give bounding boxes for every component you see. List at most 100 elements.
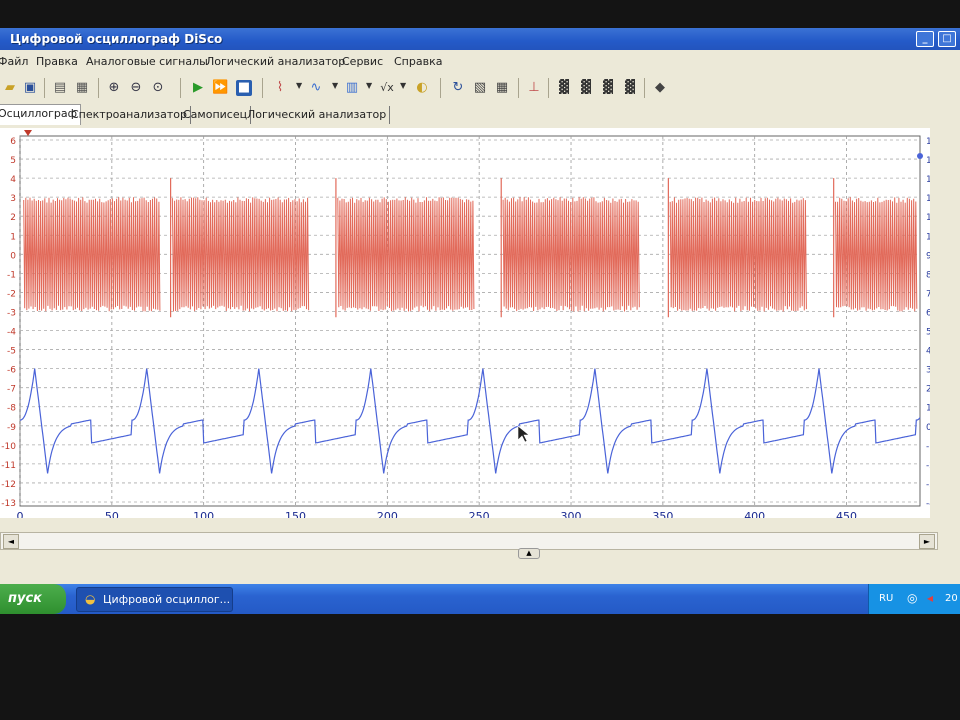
zoom-out-icon[interactable]: ⊖ (128, 80, 144, 96)
marker-icon[interactable]: ⊥ (526, 80, 542, 96)
minimize-button[interactable]: _ (916, 31, 934, 47)
y-tick-label-right: 10 (926, 232, 930, 242)
menu-service[interactable]: Сервис (342, 55, 383, 68)
y-tick-label-left: 0 (10, 251, 16, 261)
x-tick-label: 450 (836, 510, 857, 518)
y-tick-label-left: -13 (1, 499, 16, 509)
y-tick-label-right: 8 (926, 270, 930, 280)
window-title: Цифровой осциллограф DiSco (10, 32, 223, 46)
y-tick-label-right: 5 (926, 328, 930, 338)
scale-dropdown-icon[interactable]: ▼ (366, 81, 372, 90)
y-tick-label-right: 15 (926, 137, 930, 147)
y-tick-label-right: 4 (926, 347, 930, 357)
panel-splitter-icon[interactable]: ▲ (518, 548, 540, 559)
menu-edit[interactable]: Правка (36, 55, 78, 68)
oscillogram-plot[interactable]: 0 50 100 150 200 250 300 350 400 450 6 5 4 3 2 1 0 -1 -2 -3… (0, 128, 938, 523)
y-tick-label-left: -6 (7, 366, 16, 376)
y-tick-label-left: -8 (7, 404, 16, 414)
oscillogram-chart: 0 50 100 150 200 250 300 350 400 4506543210-1-2-3… (1, 130, 938, 523)
print-preview-icon[interactable]: ▤ (52, 80, 68, 96)
calculator-icon[interactable]: ▦ (494, 80, 510, 96)
zoom-in-icon[interactable]: ⊕ (106, 80, 122, 96)
toolbar-separator (180, 78, 181, 98)
y-tick-label-right: -2 (926, 461, 930, 471)
taskbar: пуск ◒ Цифровой осциллог... RU ◎ ◂ 20 (0, 584, 960, 614)
maximize-button[interactable]: □ (938, 31, 956, 47)
language-indicator[interactable]: RU (879, 593, 893, 604)
sqrt-icon[interactable]: √х (376, 80, 398, 96)
y-tick-label-left: 5 (10, 156, 16, 166)
toolbar-separator (440, 78, 441, 98)
y-tick-label-left: -5 (7, 347, 16, 357)
plot-area (19, 135, 921, 507)
y-tick-label-right: 7 (926, 289, 930, 299)
tab-spectrum-analyzer[interactable]: Спектроанализатор (68, 106, 191, 124)
x-tick-label: 50 (105, 510, 119, 518)
chip2-icon[interactable]: ▓ (578, 80, 594, 96)
export-icon[interactable]: ▧ (472, 80, 488, 96)
y-tick-label-right: 1 (926, 404, 930, 414)
menu-analog-signals[interactable]: Аналоговые сигналы (86, 55, 208, 68)
toolbar: ▰ ▣ ▤ ▦ ⊕ ⊖ ⊙ ▶ ⏩ ■ ⌇ ▼ ∿ ▼ ▥ ▼ √х ▼ ◐ ↻… (0, 72, 960, 105)
y-tick-label-left: -9 (7, 423, 16, 433)
x-tick-label: 100 (193, 510, 214, 518)
menu-file[interactable]: Файл (0, 55, 28, 68)
sqrt-dropdown-icon[interactable]: ▼ (400, 81, 406, 90)
menu-logic-analyzer[interactable]: Логический анализатор (206, 55, 345, 68)
x-tick-label: 200 (377, 510, 398, 518)
tab-logic-analyzer[interactable]: Логический анализатор (244, 106, 391, 124)
run-icon[interactable]: ▶ (190, 80, 206, 96)
y-tick-label-right: 2 (926, 385, 930, 395)
y-tick-label-right: 13 (926, 175, 930, 185)
y-tick-label-right: 12 (926, 194, 930, 204)
toolbar-separator (518, 78, 519, 98)
oscilloscope-app-icon: ◒ (85, 592, 96, 606)
screen: Цифровой осциллограф DiSco _ □ Файл Прав… (0, 28, 960, 614)
stop-icon[interactable]: ■ (236, 80, 252, 96)
sound-icon[interactable]: ◐ (414, 80, 430, 96)
y-tick-label-right: 6 (926, 308, 930, 318)
eraser-icon[interactable]: ◆ (652, 80, 668, 96)
scroll-left-icon[interactable]: ◄ (3, 534, 19, 549)
y-tick-label-left: 3 (10, 194, 16, 204)
trigger-icon[interactable]: ⌇ (272, 80, 288, 96)
zoom-fit-icon[interactable]: ⊙ (150, 80, 166, 96)
run-fast-icon[interactable]: ⏩ (212, 80, 228, 96)
trigger-dropdown-icon[interactable]: ▼ (296, 81, 302, 90)
y-tick-label-right: -1 (926, 442, 930, 452)
y-tick-label-left: 1 (10, 232, 16, 242)
start-label: пуск (8, 591, 42, 606)
toolbar-separator (44, 78, 45, 98)
sine-dropdown-icon[interactable]: ▼ (332, 81, 338, 90)
y-tick-label-left: 6 (10, 137, 16, 147)
y-tick-label-left: -11 (1, 461, 16, 471)
chip1-icon[interactable]: ▓ (556, 80, 572, 96)
y-tick-label-left: -12 (1, 480, 16, 490)
tab-recorder[interactable]: Самописец (180, 106, 252, 124)
menu-bar: Файл Правка Аналоговые сигналы Логически… (0, 52, 960, 70)
chip3-icon[interactable]: ▓ (600, 80, 616, 96)
refresh-icon[interactable]: ↻ (450, 80, 466, 96)
taskbar-app-button[interactable]: ◒ Цифровой осциллог... (76, 587, 233, 612)
scroll-right-icon[interactable]: ► (919, 534, 935, 549)
clock: 20 (945, 593, 958, 604)
x-tick-label: 150 (285, 510, 306, 518)
open-icon[interactable]: ▰ (2, 80, 18, 96)
horizontal-scrollbar[interactable]: ◄ ► (0, 532, 938, 550)
y-tick-label-right: 14 (926, 156, 930, 166)
system-tray: RU ◎ ◂ 20 (868, 584, 960, 614)
sine-icon[interactable]: ∿ (308, 80, 324, 96)
scale-icon[interactable]: ▥ (344, 80, 360, 96)
network-icon[interactable]: ◎ (907, 591, 917, 605)
title-bar: Цифровой осциллограф DiSco _ □ (0, 28, 960, 50)
blue-channel-marker-icon (917, 153, 923, 159)
y-tick-label-right: 9 (926, 251, 930, 261)
chip4-icon[interactable]: ▓ (622, 80, 638, 96)
start-button[interactable]: пуск (0, 584, 66, 614)
save-icon[interactable]: ▣ (22, 80, 38, 96)
menu-help[interactable]: Справка (394, 55, 442, 68)
print-icon[interactable]: ▦ (74, 80, 90, 96)
x-tick-label: 0 (17, 510, 24, 518)
tab-bar: Осциллограф Спектроанализатор Самописец … (0, 104, 960, 126)
sound-tray-icon[interactable]: ◂ (927, 591, 933, 605)
